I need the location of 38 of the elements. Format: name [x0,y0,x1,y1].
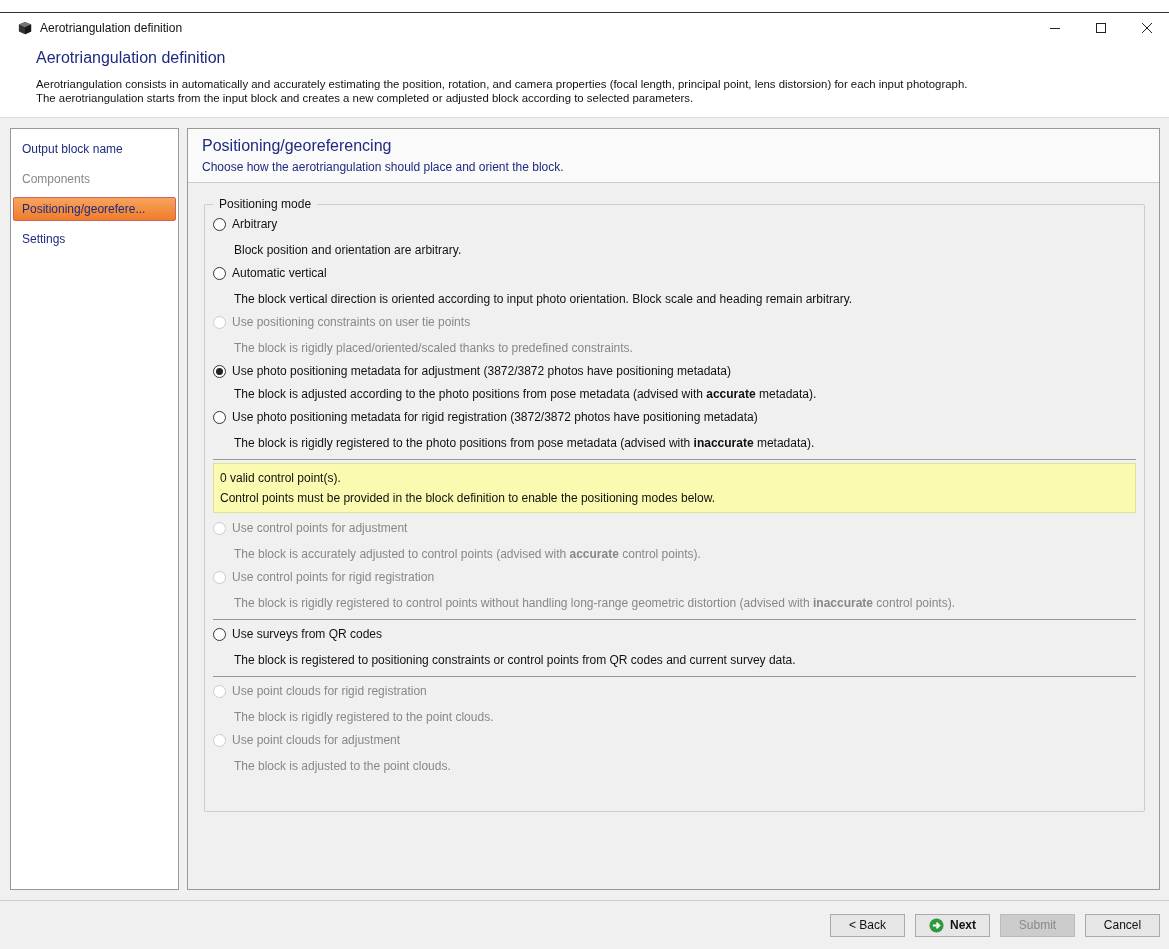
radio-button[interactable] [213,411,226,424]
radio-option[interactable]: Automatic vertical [213,262,327,285]
radio-option[interactable]: Use photo positioning metadata for adjustment (3872/3872 photos have positioning metadata) [213,360,731,383]
maximize-icon[interactable] [1095,22,1107,34]
group-title: Positioning mode [218,197,313,211]
next-button[interactable]: Next [915,913,990,937]
option-description: The block is rigidly placed/oriented/scaled thanks to predefined constraints. [233,340,634,357]
option-description: The block is rigidly registered to the point clouds. [233,709,495,726]
option-description: The block is rigidly registered to control points without handling long-range geometric distortion (advised with inaccurate control points). [233,595,957,612]
notice-text: Control points must be provided in the block definition to enable the positioning modes below. [220,490,716,507]
option-description: The block is registered to positioning constraints or control points from QR codes and current survey data. [233,652,797,669]
sidebar-item[interactable]: Settings [13,227,176,251]
radio-option[interactable]: Use photo positioning metadata for rigid registration (3872/3872 photos have positioning metadata) [213,406,758,429]
dialog-button[interactable]: < Back [830,913,905,937]
radio-option[interactable]: Arbitrary [213,213,278,236]
sidebar-item[interactable]: Positioning/georefere... [13,197,176,221]
page-title: Positioning/georeferencing [202,137,393,155]
description-text: Aerotriangulation consists in automatically and accurately estimating the position, rotation, and camera properties (focal length, principal point, lens distorsion) for each input photograph. [36,77,969,91]
close-icon[interactable] [1141,22,1153,34]
radio-button[interactable] [213,365,226,378]
radio-button[interactable] [213,218,226,231]
window-title: Aerotriangulation definition [40,21,183,35]
cube-icon [18,21,32,35]
option-description: The block is rigidly registered to the photo positions from pose metadata (advised with inaccurate metadata). [233,435,816,452]
page-subtitle: Choose how the aerotriangulation should place and orient the block. [202,160,565,174]
option-description: The block is adjusted to the point clouds. [233,758,452,775]
dialog-heading: Aerotriangulation definition [36,49,227,67]
radio-button[interactable] [213,267,226,280]
option-description: The block vertical direction is oriented according to input photo orientation. Block scale and heading remain arbitrary. [233,291,854,308]
notice-text: 0 valid control point(s). [220,470,342,487]
radio-button[interactable] [213,628,226,641]
radio-option[interactable]: Use surveys from QR codes [213,623,383,646]
option-description: The block is adjusted according to the photo positions from pose metadata (advised with accurate metadata). [233,386,818,403]
sidebar-item[interactable]: Output block name [13,137,176,161]
option-description: Block position and orientation are arbitrary. [233,242,463,259]
description-text: The aerotriangulation starts from the input block and creates a new completed or adjusted block according to selected parameters. [36,91,695,105]
option-description: The block is accurately adjusted to control points (advised with accurate control points). [233,546,702,563]
dialog-button[interactable]: Cancel [1085,913,1160,937]
